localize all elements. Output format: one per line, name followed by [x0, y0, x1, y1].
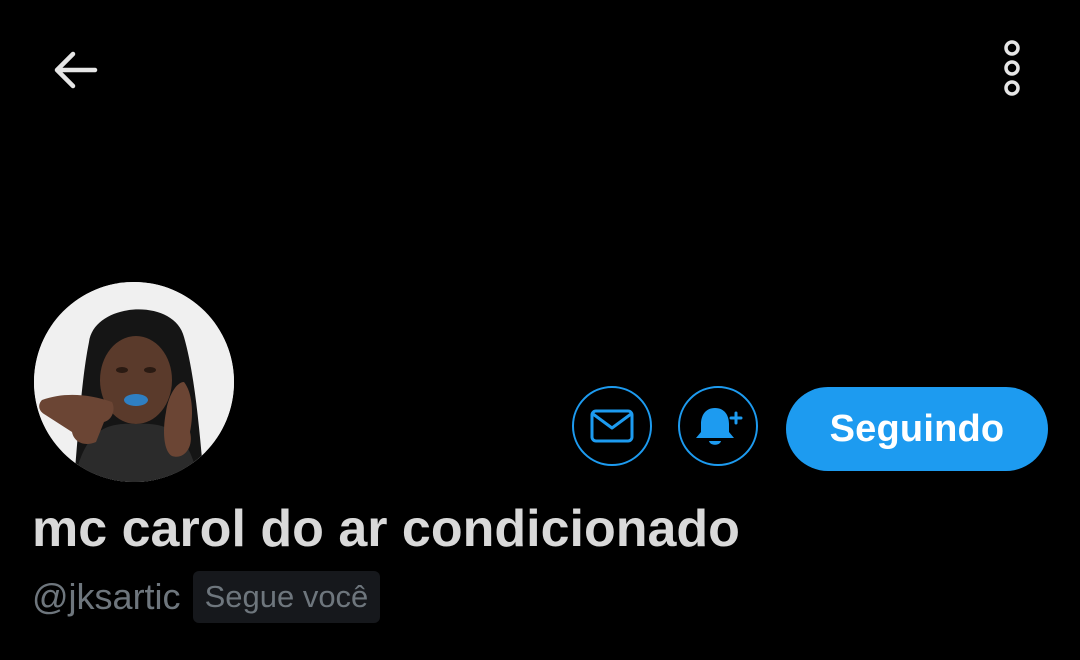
follows-you-badge: Segue você [192, 571, 381, 623]
handle-row: @jksartic Segue você [32, 570, 381, 624]
more-options-button[interactable] [984, 36, 1040, 100]
arrow-left-icon [54, 51, 98, 89]
display-name: mc carol do ar condicionado [32, 500, 740, 558]
vertical-ellipsis-icon [1004, 40, 1020, 96]
bell-plus-icon [696, 408, 743, 445]
envelope-icon [590, 409, 634, 443]
notifications-button[interactable] [678, 386, 758, 466]
following-button[interactable]: Seguindo [786, 387, 1048, 471]
profile-photo [34, 282, 234, 482]
message-button[interactable] [572, 386, 652, 466]
avatar[interactable] [34, 282, 234, 482]
user-handle: @jksartic [32, 576, 181, 617]
back-button[interactable] [44, 40, 104, 100]
